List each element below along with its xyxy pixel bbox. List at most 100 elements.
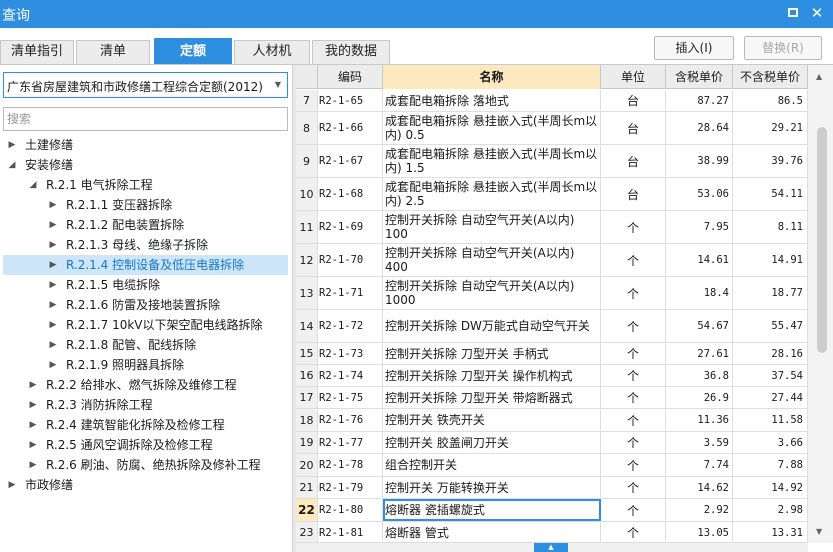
close-button[interactable]: ✕	[808, 4, 826, 22]
tab-quota[interactable]: 定额	[154, 38, 232, 64]
collapsed-arrow-icon[interactable]: ▶	[47, 335, 59, 355]
tax-price-cell[interactable]: 13.05	[666, 522, 733, 543]
code-cell[interactable]: R2-1-73	[318, 343, 383, 364]
name-cell[interactable]: 成套配电箱拆除 悬挂嵌入式(半周长m以内) 1.5	[383, 145, 601, 177]
tree-item-selected[interactable]: ▶ R.2.1.4 控制设备及低压电器拆除	[3, 255, 288, 275]
name-cell[interactable]: 控制开关拆除 刀型开关 手柄式	[383, 343, 601, 364]
table-row[interactable]: 23 R2-1-81 熔断器 管式个 13.05 13.31	[296, 522, 808, 544]
collapsed-arrow-icon[interactable]: ▶	[47, 195, 59, 215]
table-row[interactable]: 17 R2-1-75 控制开关拆除 刀型开关 带熔断器式个 26.9 27.44	[296, 387, 808, 409]
insert-button[interactable]: 插入(I)	[654, 36, 734, 60]
unit-cell[interactable]: 个	[601, 244, 666, 276]
tree-item[interactable]: ▶ 土建修缮	[0, 135, 290, 155]
tax-price-cell[interactable]: 53.06	[666, 178, 733, 210]
code-cell[interactable]: R2-1-72	[318, 310, 383, 342]
table-row[interactable]: 11 R2-1-69 控制开关拆除 自动空气开关(A以内) 100 个 7.95 8.11	[296, 211, 808, 244]
tax-price-cell[interactable]: 27.61	[666, 343, 733, 364]
quota-library-select[interactable]: 广东省房屋建筑和市政修缮工程综合定额(2012) ▼	[3, 72, 288, 98]
notax-price-cell[interactable]: 14.92	[733, 477, 808, 498]
code-cell[interactable]: R2-1-68	[318, 178, 383, 210]
tax-price-cell[interactable]: 26.9	[666, 387, 733, 408]
tax-price-cell[interactable]: 7.74	[666, 454, 733, 476]
scroll-down-icon[interactable]: ▼	[816, 527, 822, 536]
tree-item[interactable]: ▶ R.2.4 建筑智能化拆除及检修工程	[0, 415, 290, 435]
tree-item[interactable]: ▶ R.2.1.7 10kV以下架空配电线路拆除	[0, 315, 290, 335]
tax-price-cell[interactable]: 14.62	[666, 477, 733, 498]
collapsed-arrow-icon[interactable]: ▶	[47, 255, 59, 275]
tab-my-data[interactable]: 我的数据	[312, 40, 390, 64]
collapsed-arrow-icon[interactable]: ▶	[27, 435, 39, 455]
unit-cell[interactable]: 台	[601, 112, 666, 144]
notax-price-cell[interactable]: 11.58	[733, 409, 808, 431]
tree-item[interactable]: ◢ 安装修缮	[0, 155, 290, 175]
table-row[interactable]: 7 R2-1-65 成套配电箱拆除 落地式台 87.27 86.5	[296, 90, 808, 112]
collapsed-arrow-icon[interactable]: ▶	[47, 315, 59, 335]
name-cell[interactable]: 控制开关拆除 DW万能式自动空气开关	[383, 310, 601, 342]
table-row[interactable]: 20 R2-1-78 组合控制开关个 7.74 7.88	[296, 454, 808, 477]
tree-item[interactable]: ▶ R.2.2 给排水、燃气拆除及维修工程	[0, 375, 290, 395]
notax-price-cell[interactable]: 37.54	[733, 365, 808, 386]
table-row[interactable]: 14 R2-1-72 控制开关拆除 DW万能式自动空气开关个 54.67 55.47	[296, 310, 808, 343]
code-cell[interactable]: R2-1-76	[318, 409, 383, 431]
notax-price-cell[interactable]: 29.21	[733, 112, 808, 144]
tree-item[interactable]: ▶ R.2.1.3 母线、绝缘子拆除	[0, 235, 290, 255]
tree-item[interactable]: ▶ R.2.1.2 配电装置拆除	[0, 215, 290, 235]
tree-item[interactable]: ▶ R.2.6 刷油、防腐、绝热拆除及修补工程	[0, 455, 290, 475]
code-cell[interactable]: R2-1-70	[318, 244, 383, 276]
unit-cell[interactable]: 个	[601, 277, 666, 309]
collapsed-arrow-icon[interactable]: ▶	[47, 275, 59, 295]
scroll-thumb[interactable]	[817, 127, 827, 353]
unit-cell[interactable]: 个	[601, 365, 666, 386]
name-cell[interactable]: 控制开关 胶盖闸刀开关	[383, 432, 601, 453]
horizontal-scrollbar[interactable]: ▲	[296, 542, 808, 552]
notax-price-cell[interactable]: 28.16	[733, 343, 808, 364]
tree-item[interactable]: ▶ 市政修缮	[0, 475, 290, 495]
notax-price-cell[interactable]: 2.98	[733, 499, 808, 521]
notax-price-cell[interactable]: 3.66	[733, 432, 808, 453]
name-cell[interactable]: 成套配电箱拆除 悬挂嵌入式(半周长m以内) 0.5	[383, 112, 601, 144]
tree-item[interactable]: ▶ R.2.5 通风空调拆除及检修工程	[0, 435, 290, 455]
scroll-up-icon[interactable]: ▲	[816, 72, 822, 81]
code-cell[interactable]: R2-1-65	[318, 90, 383, 111]
collapsed-arrow-icon[interactable]: ▶	[47, 355, 59, 375]
unit-cell[interactable]: 个	[601, 432, 666, 453]
notax-price-cell[interactable]: 7.88	[733, 454, 808, 476]
tab-labor-material-machine[interactable]: 人材机	[234, 40, 310, 64]
collapsed-arrow-icon[interactable]: ▶	[6, 135, 18, 155]
tree-item[interactable]: ▶ R.2.1.1 变压器拆除	[0, 195, 290, 215]
name-cell[interactable]: 组合控制开关	[383, 454, 601, 476]
code-cell[interactable]: R2-1-67	[318, 145, 383, 177]
notax-price-column-header[interactable]: 不含税单价	[733, 65, 808, 89]
collapsed-arrow-icon[interactable]: ▶	[47, 295, 59, 315]
tax-price-cell[interactable]: 3.59	[666, 432, 733, 453]
tax-price-cell[interactable]: 7.95	[666, 211, 733, 243]
name-cell[interactable]: 成套配电箱拆除 悬挂嵌入式(半周长m以内) 2.5	[383, 178, 601, 210]
unit-cell[interactable]: 个	[601, 522, 666, 543]
maximize-button[interactable]	[784, 4, 802, 22]
name-cell[interactable]: 控制开关拆除 自动空气开关(A以内) 1000	[383, 277, 601, 309]
tab-bill-guide[interactable]: 清单指引	[0, 40, 74, 64]
table-row[interactable]: 9 R2-1-67 成套配电箱拆除 悬挂嵌入式(半周长m以内) 1.5 台 38.99 3…	[296, 145, 808, 178]
tax-price-cell[interactable]: 18.4	[666, 277, 733, 309]
code-cell[interactable]: R2-1-71	[318, 277, 383, 309]
collapsed-arrow-icon[interactable]: ▶	[47, 215, 59, 235]
tree-item[interactable]: ▶ R.2.1.6 防雷及接地装置拆除	[0, 295, 290, 315]
name-cell[interactable]: 控制开关 铁壳开关	[383, 409, 601, 431]
table-row[interactable]: 15 R2-1-73 控制开关拆除 刀型开关 手柄式个 27.61 28.16	[296, 343, 808, 365]
tax-price-cell[interactable]: 2.92	[666, 499, 733, 521]
table-row[interactable]: 19 R2-1-77 控制开关 胶盖闸刀开关个 3.59 3.66	[296, 432, 808, 454]
name-column-header[interactable]: 名称	[383, 65, 601, 89]
table-row[interactable]: 21 R2-1-79 控制开关 万能转换开关个 14.62 14.92	[296, 477, 808, 499]
tax-price-cell[interactable]: 54.67	[666, 310, 733, 342]
unit-cell[interactable]: 个	[601, 454, 666, 476]
notax-price-cell[interactable]: 54.11	[733, 178, 808, 210]
collapsed-arrow-icon[interactable]: ▶	[27, 395, 39, 415]
unit-cell[interactable]: 个	[601, 409, 666, 431]
tax-price-cell[interactable]: 36.8	[666, 365, 733, 386]
code-cell[interactable]: R2-1-69	[318, 211, 383, 243]
unit-cell[interactable]: 个	[601, 310, 666, 342]
unit-cell[interactable]: 个	[601, 387, 666, 408]
table-row[interactable]: 18 R2-1-76 控制开关 铁壳开关个 11.36 11.58	[296, 409, 808, 432]
table-row[interactable]: 8 R2-1-66 成套配电箱拆除 悬挂嵌入式(半周长m以内) 0.5 台 28.64 2…	[296, 112, 808, 145]
name-cell[interactable]: 控制开关拆除 刀型开关 带熔断器式	[383, 387, 601, 408]
